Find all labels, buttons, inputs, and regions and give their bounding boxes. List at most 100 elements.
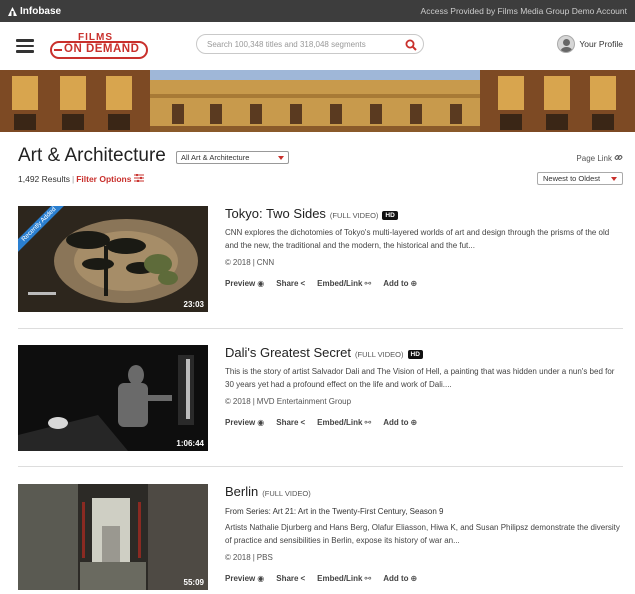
- chevron-down-icon: [278, 155, 284, 160]
- eye-icon: ◉: [257, 418, 265, 427]
- link-icon: [614, 153, 623, 164]
- video-meta: © 2018 | CNN: [225, 258, 275, 267]
- results-row: 1,492 Results | Filter Options Newest to O…: [0, 172, 635, 190]
- share-label: Share: [276, 574, 299, 583]
- filter-icon: [133, 173, 144, 184]
- filter-options-button[interactable]: Filter Options: [76, 174, 131, 184]
- profile-button[interactable]: Your Profile: [557, 35, 623, 53]
- video-description: This is the story of artist Salvador Dal…: [225, 367, 615, 389]
- sort-select-value: Newest to Oldest: [543, 174, 601, 183]
- preview-button[interactable]: Preview ◉: [225, 574, 264, 583]
- preview-label: Preview: [225, 574, 256, 583]
- share-icon: <: [300, 418, 306, 427]
- share-label: Share: [276, 279, 299, 288]
- link-icon: ⚯: [364, 418, 372, 427]
- link-icon: ⚯: [364, 279, 372, 288]
- divider: [18, 328, 623, 329]
- embed-label: Embed/Link: [317, 574, 363, 583]
- video-title[interactable]: Tokyo: Two Sides: [225, 206, 326, 221]
- video-publisher: MVD Entertainment Group: [256, 397, 352, 406]
- copyright-icon: ©: [225, 553, 231, 562]
- brand-label: Infobase: [20, 5, 62, 17]
- share-icon: <: [300, 574, 306, 583]
- copyright-icon: ©: [225, 397, 231, 406]
- video-info: Dali's Greatest Secret (FULL VIDEO) HD T…: [225, 345, 623, 427]
- video-thumbnail[interactable]: Recently Added 23:03: [18, 206, 208, 312]
- video-publisher: CNN: [256, 258, 275, 267]
- profile-label: Your Profile: [579, 39, 623, 49]
- add-to-button[interactable]: Add to ⊕: [383, 418, 417, 427]
- video-duration: 1:06:44: [176, 439, 204, 448]
- access-text: Access Provided by Films Media Group Dem…: [420, 6, 627, 16]
- hd-badge: HD: [407, 350, 423, 359]
- preview-button[interactable]: Preview ◉: [225, 279, 264, 288]
- share-label: Share: [276, 418, 299, 427]
- video-description: Artists Nathalie Djurberg and Hans Berg,…: [225, 523, 620, 545]
- logo-films-text: FILMS: [78, 32, 113, 43]
- video-kind: (FULL VIDEO): [355, 350, 404, 359]
- share-icon: <: [300, 279, 306, 288]
- video-meta: © 2018 | PBS: [225, 553, 273, 562]
- video-duration: 23:03: [183, 300, 204, 309]
- video-year: 2018: [232, 258, 251, 267]
- infobase-brand[interactable]: Infobase: [8, 6, 61, 17]
- sort-select[interactable]: Newest to Oldest: [537, 172, 623, 185]
- category-select-value: All Art & Architecture: [181, 153, 250, 162]
- add-to-button[interactable]: Add to ⊕: [383, 574, 417, 583]
- embed-link-button[interactable]: Embed/Link ⚯: [317, 418, 371, 427]
- top-bar: Infobase Access Provided by Films Media …: [0, 0, 635, 22]
- video-description: CNN explores the dichotomies of Tokyo's …: [225, 228, 610, 250]
- menu-icon[interactable]: [16, 39, 34, 53]
- page-link-label: Page Link: [576, 154, 612, 163]
- page-link[interactable]: Page Link: [576, 153, 623, 164]
- add-label: Add to: [383, 279, 409, 288]
- chevron-down-icon: [611, 176, 617, 181]
- search-icon[interactable]: [405, 38, 417, 51]
- search-input[interactable]: [207, 39, 405, 49]
- eye-icon: ◉: [257, 279, 265, 288]
- preview-label: Preview: [225, 279, 256, 288]
- category-select[interactable]: All Art & Architecture: [176, 151, 289, 164]
- add-label: Add to: [383, 574, 409, 583]
- preview-button[interactable]: Preview ◉: [225, 418, 264, 427]
- plus-circle-icon: ⊕: [410, 418, 418, 427]
- embed-link-button[interactable]: Embed/Link ⚯: [317, 279, 371, 288]
- infobase-logo-icon: [8, 6, 17, 16]
- embed-label: Embed/Link: [317, 279, 363, 288]
- share-button[interactable]: Share <: [276, 418, 305, 427]
- preview-label: Preview: [225, 418, 256, 427]
- plus-circle-icon: ⊕: [410, 574, 418, 583]
- share-button[interactable]: Share <: [276, 574, 305, 583]
- video-thumbnail[interactable]: 1:06:44: [18, 345, 208, 451]
- divider: [18, 466, 623, 467]
- video-kind: (FULL VIDEO): [329, 211, 379, 220]
- search-box: [196, 34, 424, 54]
- embed-label: Embed/Link: [317, 418, 363, 427]
- hd-badge: HD: [382, 211, 398, 220]
- add-to-button[interactable]: Add to ⊕: [383, 279, 417, 288]
- share-button[interactable]: Share <: [276, 279, 305, 288]
- films-on-demand-logo[interactable]: FILMS ON DEMAND: [46, 31, 150, 61]
- video-actions: Preview ◉ Share < Embed/Link ⚯ Add to ⊕: [225, 279, 623, 288]
- video-actions: Preview ◉ Share < Embed/Link ⚯ Add to ⊕: [225, 574, 623, 583]
- page-title: Art & Architecture: [18, 145, 166, 166]
- video-publisher: PBS: [256, 553, 273, 562]
- video-duration: 55:09: [183, 578, 204, 587]
- page-frame: Infobase Access Provided by Films Media …: [0, 0, 635, 594]
- logo-ondemand-text: ON DEMAND: [64, 43, 140, 55]
- link-icon: ⚯: [364, 574, 372, 583]
- embed-link-button[interactable]: Embed/Link ⚯: [317, 574, 371, 583]
- video-title[interactable]: Dali's Greatest Secret: [225, 345, 351, 360]
- header: FILMS ON DEMAND Your Profile: [0, 22, 635, 70]
- video-kind: (FULL VIDEO): [262, 489, 311, 498]
- video-series[interactable]: From Series: Art 21: Art in the Twenty-F…: [225, 507, 623, 516]
- video-actions: Preview ◉ Share < Embed/Link ⚯ Add to ⊕: [225, 418, 623, 427]
- video-thumbnail[interactable]: 55:09: [18, 484, 208, 590]
- results-count: 1,492 Results: [18, 174, 70, 184]
- title-row: Art & Architecture All Art & Architectur…: [0, 132, 635, 172]
- video-year: 2018: [232, 397, 251, 406]
- results-summary: 1,492 Results | Filter Options: [18, 173, 144, 184]
- video-info: Berlin (FULL VIDEO) From Series: Art 21:…: [225, 484, 623, 583]
- eye-icon: ◉: [257, 574, 265, 583]
- video-title[interactable]: Berlin: [225, 484, 258, 499]
